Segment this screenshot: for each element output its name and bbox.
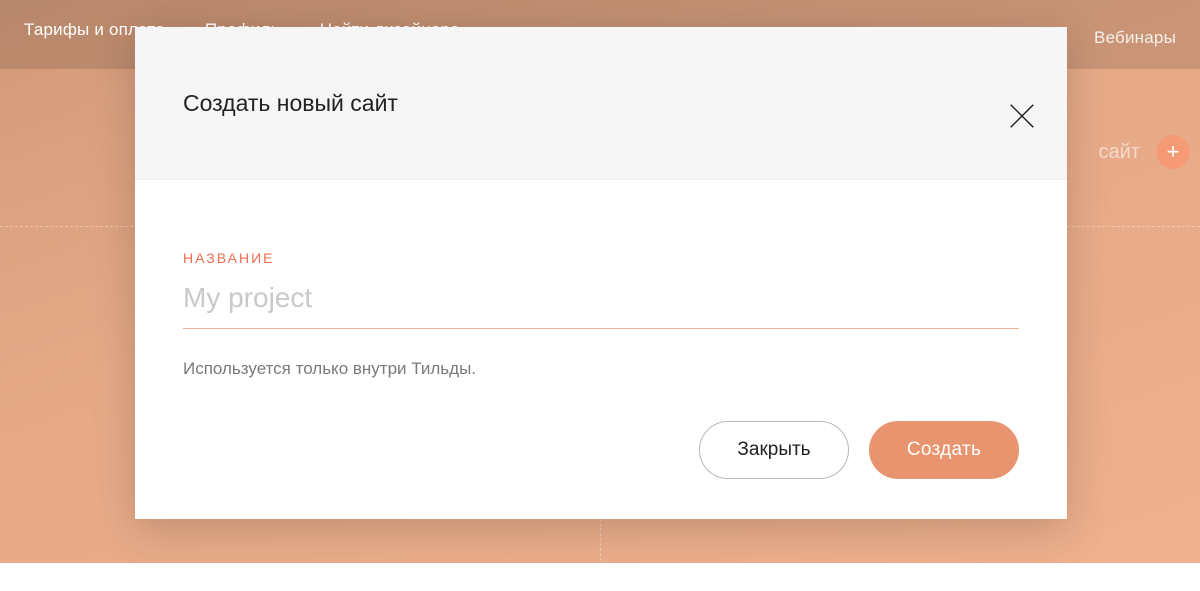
modal-header: Создать новый сайт — [135, 27, 1067, 180]
modal-footer: Закрыть Создать — [135, 421, 1067, 519]
field-label-title: НАЗВАНИЕ — [183, 250, 1019, 266]
bottom-strip — [0, 563, 1200, 591]
nav-item-webinars[interactable]: Вебинары — [1094, 28, 1176, 48]
modal-body: НАЗВАНИЕ Используется только внутри Тиль… — [135, 180, 1067, 421]
close-button[interactable]: Закрыть — [699, 421, 849, 479]
plus-icon: + — [1156, 135, 1190, 169]
field-hint: Используется только внутри Тильды. — [183, 359, 1019, 379]
create-site-modal: Создать новый сайт НАЗВАНИЕ Используется… — [135, 27, 1067, 519]
bg-new-site-label: сайт — [1099, 141, 1140, 164]
bg-new-site-action[interactable]: сайт + — [1099, 135, 1190, 169]
modal-title: Создать новый сайт — [183, 90, 398, 117]
close-icon[interactable] — [1007, 101, 1037, 131]
create-button[interactable]: Создать — [869, 421, 1019, 479]
site-title-input[interactable] — [183, 278, 1019, 329]
